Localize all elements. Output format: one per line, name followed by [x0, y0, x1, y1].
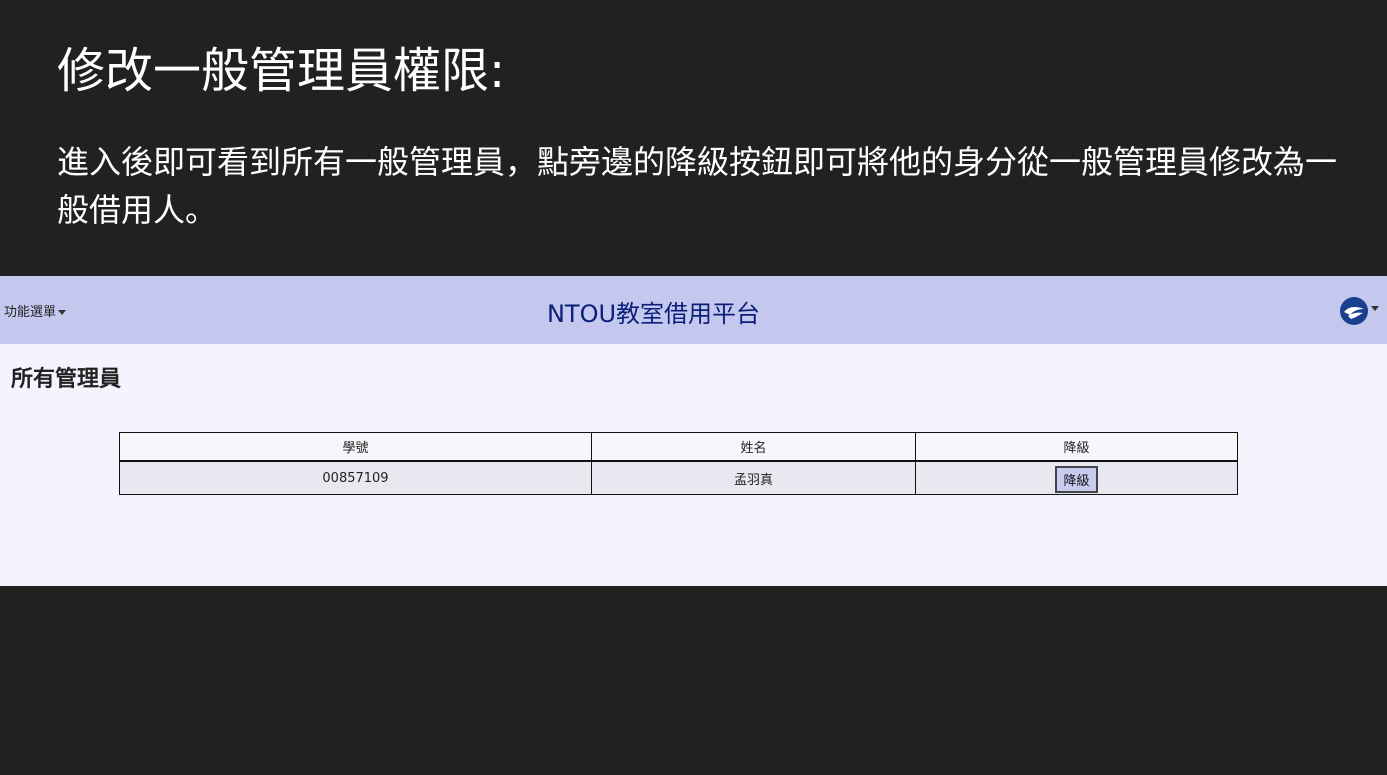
column-header-student-id: 學號 [119, 432, 592, 462]
brand-title[interactable]: NTOU教室借用平台 [0, 294, 1307, 329]
column-header-name: 姓名 [591, 432, 916, 462]
user-chevron-down-icon [1371, 305, 1379, 311]
navbar: 功能選單 NTOU教室借用平台 [0, 276, 1387, 344]
column-header-demote: 降級 [915, 432, 1238, 462]
admin-table: 學號 姓名 降級 00857109 孟羽真 降級 [119, 432, 1238, 495]
app-screenshot: 功能選單 NTOU教室借用平台 所有管理員 學號 姓名 降級 00857109 … [0, 276, 1387, 586]
table-header-row: 學號 姓名 降級 [119, 432, 1238, 462]
demote-button[interactable]: 降級 [1055, 465, 1098, 493]
table-row: 00857109 孟羽真 降級 [119, 460, 1238, 495]
ntou-logo-icon [1340, 297, 1368, 325]
page-heading: 所有管理員 [11, 367, 122, 392]
user-menu-dropdown[interactable] [1340, 296, 1379, 326]
cell-student-id: 00857109 [119, 460, 592, 495]
slide-description: 進入後即可看到所有一般管理員，點旁邊的降級按鈕即可將他的身分從一般管理員修改為一… [57, 143, 1338, 229]
cell-demote: 降級 [915, 460, 1238, 495]
cell-name: 孟羽真 [591, 460, 916, 495]
slide-title: 修改一般管理員權限: [57, 43, 506, 99]
